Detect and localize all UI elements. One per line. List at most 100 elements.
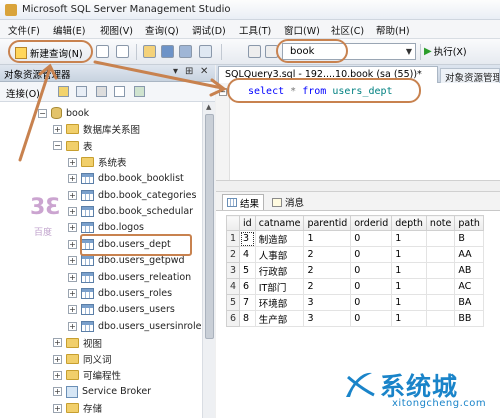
column-header[interactable]: note	[425, 215, 456, 231]
editor-results-splitter[interactable]	[216, 180, 500, 192]
table-cell[interactable]: 2	[303, 278, 352, 295]
tree-item[interactable]: + dbo.users_releation	[68, 269, 191, 285]
tree-item[interactable]: − 表	[53, 138, 93, 154]
table-cell[interactable]: 环境部	[254, 294, 305, 311]
column-header[interactable]: catname	[254, 215, 305, 231]
table-cell[interactable]: 1	[303, 230, 352, 247]
table-cell[interactable]: 3	[303, 294, 352, 311]
table-cell[interactable]	[425, 262, 456, 279]
table-cell[interactable]: AC	[454, 278, 484, 295]
table-cell[interactable]: 5	[239, 262, 256, 279]
execute-button[interactable]: ▶ 执行(X)	[424, 44, 467, 59]
expand-icon[interactable]: +	[53, 338, 62, 348]
table-cell[interactable]	[425, 278, 456, 295]
expand-icon[interactable]: +	[68, 272, 77, 282]
table-cell[interactable]: 行政部	[254, 262, 305, 279]
table-cell[interactable]: BB	[454, 310, 484, 327]
expand-icon[interactable]: +	[68, 305, 77, 315]
activity-monitor-icon[interactable]	[199, 45, 212, 58]
expand-icon[interactable]: +	[68, 174, 77, 184]
column-header[interactable]: depth	[391, 215, 427, 231]
table-cell[interactable]: 2	[303, 262, 352, 279]
save-all-icon[interactable]	[179, 45, 192, 58]
expand-icon[interactable]: +	[53, 354, 62, 364]
scroll-up-icon[interactable]: ▲	[206, 103, 211, 111]
table-cell[interactable]: IT部门	[254, 278, 305, 295]
tree-item[interactable]: + 可编程性	[53, 367, 121, 383]
tree-item[interactable]: − book	[38, 105, 89, 121]
filter-icon[interactable]	[114, 86, 125, 97]
table-row[interactable]: 4 6 IT部门 2 0 1 AC	[225, 278, 484, 295]
table-cell[interactable]: 0	[350, 262, 393, 279]
tree-item[interactable]: + dbo.users_usersinrole	[68, 318, 201, 334]
close-icon[interactable]: ✕	[200, 66, 208, 77]
tab-results[interactable]: 结果	[222, 194, 265, 210]
table-row[interactable]: 2 4 人事部 2 0 1 AA	[225, 246, 484, 263]
tree-item[interactable]: + dbo.book_booklist	[68, 171, 184, 187]
expand-icon[interactable]: +	[53, 124, 62, 134]
expand-icon[interactable]: +	[53, 387, 62, 397]
pin-icon[interactable]: ⊞	[185, 66, 193, 77]
menu-file[interactable]: 文件(F)	[8, 23, 40, 37]
menu-window[interactable]: 窗口(W)	[284, 23, 320, 37]
table-cell[interactable]: AB	[454, 262, 484, 279]
tree-item[interactable]: + 存储	[53, 400, 102, 416]
column-header[interactable]: id	[239, 215, 256, 231]
row-number[interactable]: 4	[225, 278, 241, 295]
table-row[interactable]: 1 3 制造部 1 0 1 B	[225, 230, 484, 247]
row-number[interactable]: 5	[225, 294, 241, 311]
column-header[interactable]: parentid	[303, 215, 352, 231]
row-number[interactable]: 1	[225, 230, 241, 247]
object-explorer-scrollbar[interactable]: ▲	[202, 102, 215, 418]
tree-item[interactable]: + 数据库关系图	[53, 121, 140, 137]
column-header[interactable]	[225, 215, 241, 231]
table-cell[interactable]	[425, 230, 456, 247]
table-cell[interactable]: 生产部	[254, 310, 305, 327]
new-file-icon[interactable]	[96, 45, 109, 58]
table-cell[interactable]	[425, 310, 456, 327]
stop-icon[interactable]	[96, 86, 107, 97]
menu-debug[interactable]: 调试(D)	[192, 23, 226, 37]
table-cell[interactable]: B	[454, 230, 484, 247]
table-cell[interactable]: 1	[391, 246, 427, 263]
scrollbar-thumb[interactable]	[205, 114, 214, 339]
table-cell[interactable]: 2	[303, 246, 352, 263]
menu-query[interactable]: 查询(Q)	[145, 23, 179, 37]
table-cell[interactable]	[425, 246, 456, 263]
tab-messages[interactable]: 消息	[268, 194, 308, 210]
save-icon[interactable]	[161, 45, 174, 58]
table-cell[interactable]: 0	[350, 230, 393, 247]
menu-view[interactable]: 视图(V)	[100, 23, 133, 37]
collapse-icon[interactable]: −	[219, 88, 227, 96]
expand-icon[interactable]: +	[53, 403, 62, 413]
connect-icon[interactable]	[248, 45, 261, 58]
table-row[interactable]: 5 7 环境部 3 0 1 BA	[225, 294, 484, 311]
tree-item[interactable]: + 同义词	[53, 351, 112, 367]
menu-tools[interactable]: 工具(T)	[239, 23, 271, 37]
tree-item[interactable]: + dbo.users_roles	[68, 285, 172, 301]
connect-button[interactable]: 连接(O)	[6, 86, 40, 100]
tree-item[interactable]: + Service Broker	[53, 384, 151, 400]
table-cell[interactable]: 制造部	[254, 230, 305, 247]
table-cell[interactable]: 0	[350, 278, 393, 295]
row-number[interactable]: 6	[225, 310, 241, 327]
tree-item[interactable]: + 视图	[53, 335, 102, 351]
expand-icon[interactable]: +	[68, 157, 77, 167]
table-cell[interactable]: BA	[454, 294, 484, 311]
refresh-icon[interactable]	[134, 86, 145, 97]
table-cell[interactable]: 3	[239, 230, 256, 247]
expand-icon[interactable]: +	[68, 256, 77, 266]
pin-menu-icon[interactable]: ▾	[173, 66, 178, 77]
table-cell[interactable]: 1	[391, 310, 427, 327]
connect-db-icon[interactable]	[58, 86, 69, 97]
table-cell[interactable]: 1	[391, 278, 427, 295]
table-cell[interactable]: 1	[391, 294, 427, 311]
table-row[interactable]: 6 8 生产部 3 0 1 BB	[225, 310, 484, 327]
dropdown-arrow-icon[interactable]: ▼	[406, 47, 412, 56]
table-cell[interactable]: 8	[239, 310, 256, 327]
table-cell[interactable]: 6	[239, 278, 256, 295]
table-cell[interactable]: 0	[350, 246, 393, 263]
table-cell[interactable]: 0	[350, 310, 393, 327]
table-cell[interactable]: 4	[239, 246, 256, 263]
column-header[interactable]: orderid	[350, 215, 393, 231]
